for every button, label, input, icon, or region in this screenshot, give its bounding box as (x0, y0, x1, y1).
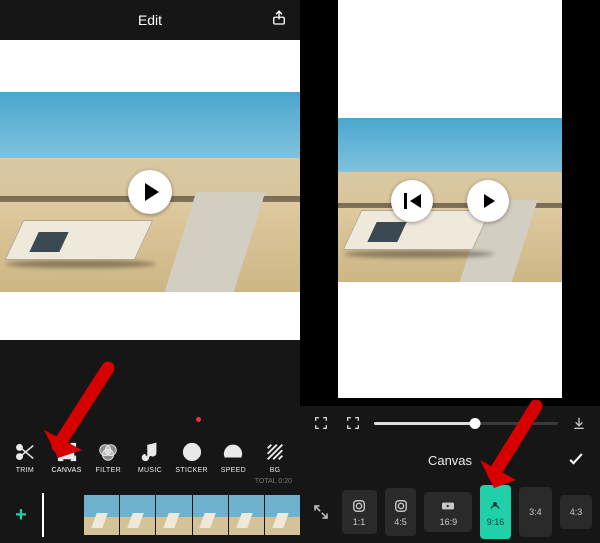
ratio-label: 9:16 (487, 517, 505, 527)
screen-edit: Edit TOTAL 0:20 (0, 0, 300, 543)
tool-sticker[interactable]: STICKER (173, 441, 211, 474)
download-icon[interactable] (568, 412, 590, 434)
fullscreen-icon[interactable] (342, 412, 364, 434)
tool-speed[interactable]: SPEED (214, 441, 252, 474)
aspect-ratio-row: 1:1 4:5 16:9 9:16 3:4 4:3 (300, 481, 600, 543)
tool-label: CANVAS (52, 467, 82, 474)
share-icon[interactable] (270, 9, 288, 32)
progress-slider[interactable] (374, 422, 558, 425)
ratio-label: 16:9 (440, 517, 458, 527)
expand-icon[interactable] (308, 496, 334, 528)
playhead[interactable] (42, 493, 44, 537)
confirm-button[interactable] (566, 449, 586, 472)
tool-trim[interactable]: TRIM (6, 441, 44, 474)
video-preview (0, 40, 300, 340)
tool-bg[interactable]: BG (256, 441, 294, 474)
fit-icon[interactable] (310, 412, 332, 434)
ratio-1-1[interactable]: 1:1 (342, 490, 377, 534)
ratio-9-16[interactable]: 9:16 (480, 485, 510, 539)
ratio-4-5[interactable]: 4:5 (385, 488, 417, 536)
tool-label: SPEED (221, 467, 246, 474)
tool-filter[interactable]: FILTER (89, 441, 127, 474)
play-button[interactable] (128, 170, 172, 214)
ratio-label: 4:3 (570, 507, 583, 517)
ratio-label: 3:4 (529, 507, 542, 517)
tool-row: TRIM CANVAS FILTER MUSIC STICKER SPE (0, 427, 300, 487)
ratio-label: 1:1 (353, 517, 366, 527)
tool-music[interactable]: MUSIC (131, 441, 169, 474)
timeline-row: + (0, 487, 300, 543)
panel-title: Canvas (428, 453, 472, 468)
tool-label: STICKER (175, 467, 207, 474)
tool-canvas[interactable]: CANVAS (48, 441, 86, 474)
timeline[interactable] (84, 495, 300, 535)
add-clip-button[interactable]: + (4, 498, 38, 532)
scrubber-row (300, 406, 600, 440)
ratio-4-3[interactable]: 4:3 (560, 495, 592, 529)
tool-label: MUSIC (138, 467, 162, 474)
canvas-9-16-frame (338, 0, 562, 398)
ratio-label: 4:5 (394, 517, 407, 527)
tool-label: TRIM (16, 467, 34, 474)
tool-label: BG (270, 467, 281, 474)
canvas-preview (300, 0, 600, 406)
notification-dot (196, 417, 201, 422)
screen-canvas: Canvas 1:1 4:5 (300, 0, 600, 543)
skip-back-button[interactable] (391, 180, 433, 222)
ratio-3-4[interactable]: 3:4 (519, 487, 552, 537)
screen-title: Edit (138, 12, 162, 28)
ratio-16-9[interactable]: 16:9 (424, 492, 472, 532)
play-button[interactable] (467, 180, 509, 222)
topbar: Edit (0, 0, 300, 40)
video-frame[interactable] (0, 92, 300, 292)
tool-label: FILTER (96, 467, 121, 474)
panel-header: Canvas (300, 442, 600, 478)
